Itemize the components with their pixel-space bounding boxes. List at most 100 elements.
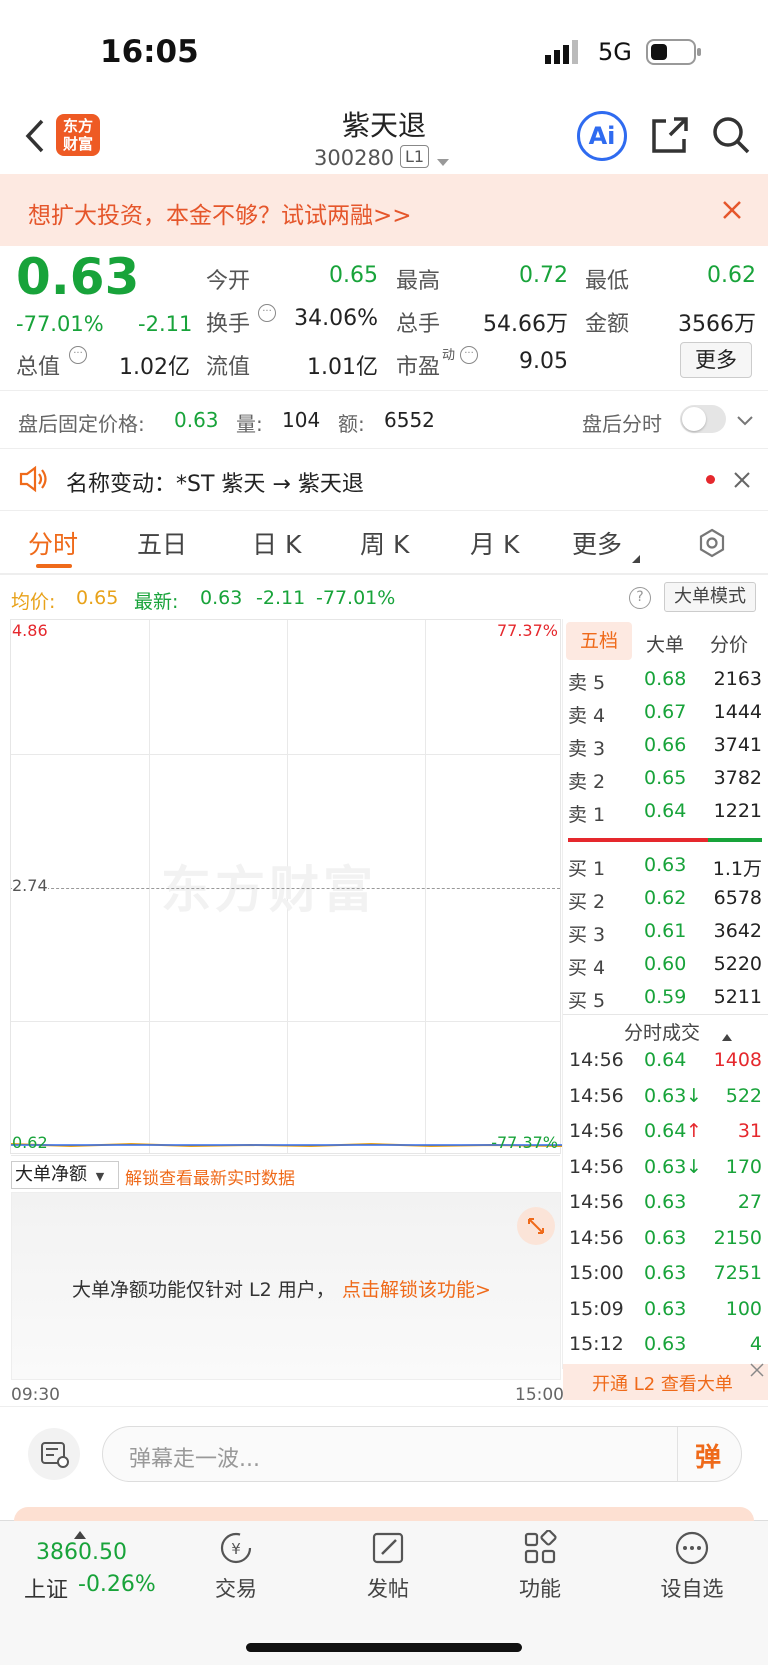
trade-volume: 100 <box>725 1297 762 1320</box>
sell-level-volume: 1221 <box>713 800 762 822</box>
buy-level-volume: 5211 <box>713 986 762 1008</box>
help-icon[interactable]: ? <box>629 587 651 609</box>
info-icon[interactable]: ··· <box>69 346 87 364</box>
tab-price-distribution[interactable]: 分价 <box>710 630 748 657</box>
trade-time: 14:56 <box>569 1084 624 1107</box>
avg-price: 0.65 <box>76 587 119 609</box>
low-label: 最低 <box>585 269 630 294</box>
latest-label: 最新: <box>134 591 179 613</box>
price-line <box>11 1142 562 1148</box>
divider <box>563 1014 768 1015</box>
trade-price: 0.63 <box>644 1226 687 1249</box>
close-icon[interactable] <box>734 472 750 488</box>
nav-add-watchlist[interactable]: 设自选 <box>632 1530 752 1603</box>
trade-icon: ¥ <box>220 1532 252 1564</box>
danmu-input[interactable]: 弹幕走一波... 弹 <box>102 1426 742 1482</box>
trade-price: 0.64 <box>644 1120 687 1142</box>
svg-text:¥: ¥ <box>231 1540 241 1558</box>
grid-line-h <box>11 1155 560 1156</box>
grid-line-h <box>11 1021 560 1022</box>
tab-big-orders[interactable]: 大单 <box>646 630 684 657</box>
unread-dot <box>706 475 715 484</box>
after-hours-price: 0.63 <box>174 408 219 432</box>
buy-level-price: 0.61 <box>644 920 687 942</box>
latest-change: -2.11 <box>256 587 306 609</box>
chevron-down-icon[interactable] <box>736 412 754 431</box>
close-icon[interactable] <box>750 1362 764 1377</box>
sell-level-price: 0.67 <box>644 701 687 723</box>
unlock-feature-link[interactable]: 点击解锁该功能> <box>342 1275 491 1302</box>
index-pct[interactable]: -0.26% <box>78 1572 156 1597</box>
home-indicator <box>246 1643 522 1652</box>
nav-functions[interactable]: 功能 <box>480 1529 600 1603</box>
promo-banner-text[interactable]: 想扩大投资，本金不够？试试两融>> <box>28 196 412 230</box>
battery-icon <box>646 38 702 66</box>
tab-active-indicator <box>36 564 72 568</box>
status-bar: 16:05 5G <box>0 0 768 100</box>
tab-weekly-k[interactable]: 周 K <box>360 525 409 561</box>
nav-functions-label: 功能 <box>519 1577 561 1601</box>
sell-level-label: 卖 5 <box>568 672 606 694</box>
chart-max-price: 4.86 <box>12 621 48 640</box>
after-hours-toggle[interactable] <box>680 405 726 433</box>
change-pct: -77.01% <box>16 312 104 336</box>
network-label: 5G <box>598 38 632 66</box>
settings-icon[interactable] <box>697 528 727 558</box>
close-icon[interactable] <box>722 200 742 220</box>
chart-watermark: 东方财富 <box>161 861 377 919</box>
tab-intraday[interactable]: 分时 <box>28 525 78 561</box>
notice-text[interactable]: 名称变动：*ST 紫天 → 紫天退 <box>66 466 364 498</box>
bigorder-select[interactable]: 大单净额 ▼ <box>11 1161 119 1189</box>
tab-daily-k[interactable]: 日 K <box>252 525 301 561</box>
sell-level-price: 0.66 <box>644 734 687 756</box>
high-label: 最高 <box>396 269 441 294</box>
stock-code: 300280 <box>314 146 395 170</box>
book-divider-green <box>708 838 762 842</box>
share-icon[interactable] <box>650 115 690 155</box>
info-icon[interactable]: ··· <box>258 304 276 322</box>
more-button[interactable]: 更多 <box>680 342 752 378</box>
caret-icon <box>632 548 640 567</box>
danmu-settings-icon[interactable] <box>28 1428 80 1480</box>
nav-post[interactable]: 发帖 <box>328 1530 448 1603</box>
index-value[interactable]: 3860.50 <box>36 1540 127 1565</box>
trade-volume: 31 <box>737 1120 762 1142</box>
unlock-link[interactable]: 解锁查看最新实时数据 <box>125 1164 295 1189</box>
after-hours-vol-label: 量: <box>236 412 263 436</box>
ai-button[interactable]: Ai <box>577 111 627 161</box>
trades-title[interactable]: 分时成交 <box>624 1018 700 1045</box>
high-value: 0.72 <box>519 263 568 288</box>
trade-time: 14:56 <box>569 1049 624 1071</box>
turnover-value: 34.06% <box>294 306 378 331</box>
trade-time: 14:56 <box>569 1120 624 1142</box>
index-name[interactable]: 上证 <box>24 1572 68 1604</box>
sell-level-price: 0.68 <box>644 668 687 690</box>
intraday-chart[interactable]: 东方财富 <box>10 619 562 1156</box>
sell-level-volume: 3741 <box>713 734 762 756</box>
danmu-send-icon[interactable]: 弹 <box>695 1437 721 1474</box>
tab-more[interactable]: 更多 <box>572 525 622 561</box>
speaker-icon <box>18 465 48 493</box>
tab-monthly-k[interactable]: 月 K <box>470 525 519 561</box>
tab-five-day[interactable]: 五日 <box>137 525 187 561</box>
bigorder-mode-button[interactable]: 大单模式 <box>664 582 756 612</box>
trade-price: 0.63 <box>644 1333 687 1355</box>
tab-five-levels[interactable]: 五档 <box>566 622 632 660</box>
sell-level-label: 卖 2 <box>568 771 606 793</box>
low-value: 0.62 <box>707 263 756 288</box>
nav-trade[interactable]: ¥ 交易 <box>176 1530 296 1603</box>
chart-min-price: 0.62 <box>12 1133 48 1152</box>
l2-only-message: 大单净额功能仅针对 L2 用户， <box>72 1279 335 1301</box>
expand-icon[interactable] <box>517 1207 555 1245</box>
l2-promo-text[interactable]: 开通 L2 查看大单 <box>592 1370 733 1396</box>
dropdown-icon[interactable] <box>437 152 449 171</box>
pe-label: 市盈 <box>396 355 441 380</box>
ai-label: Ai <box>588 122 616 150</box>
signal-icon <box>545 40 581 64</box>
trade-time: 14:56 <box>569 1155 624 1178</box>
info-icon[interactable]: ··· <box>460 346 478 364</box>
latest-pct: -77.01% <box>316 587 396 609</box>
sell-level-label: 卖 4 <box>568 705 606 727</box>
chart-max-pct: 77.37% <box>496 621 558 640</box>
search-icon[interactable] <box>711 115 751 155</box>
